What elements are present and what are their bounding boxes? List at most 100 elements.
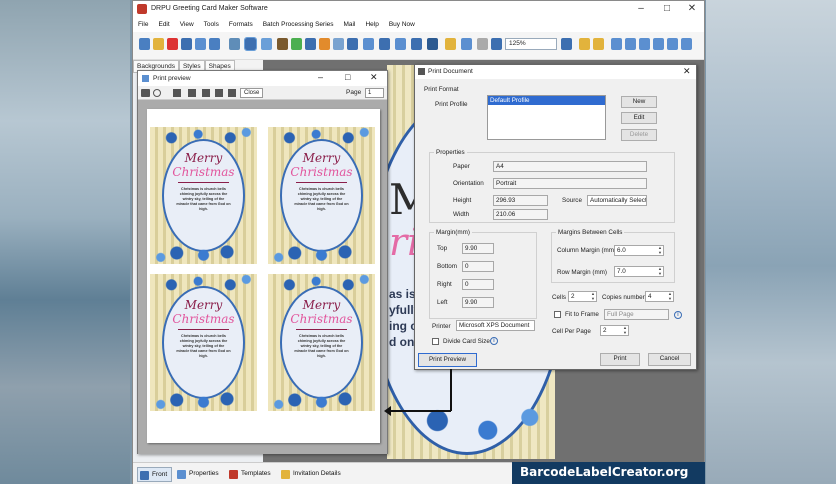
profile-list-item[interactable]: Default Profile xyxy=(488,96,605,105)
cells-field[interactable]: 2 ▲ ▼ xyxy=(568,291,597,302)
properties-icon[interactable] xyxy=(229,38,240,50)
send-back-icon[interactable] xyxy=(653,38,664,50)
printer-select[interactable]: Microsoft XPS Document xyxy=(456,320,535,331)
line-icon[interactable] xyxy=(333,38,344,50)
column-margin-spinner[interactable]: ▲ ▼ xyxy=(657,246,663,255)
zoom-select[interactable]: 125% xyxy=(505,38,557,50)
four-page-icon[interactable] xyxy=(215,89,223,97)
menu-help[interactable]: Help xyxy=(360,18,383,28)
tab-templates[interactable]: Templates xyxy=(227,467,275,482)
save-as-icon[interactable] xyxy=(195,38,206,50)
info-icon[interactable]: i xyxy=(674,311,682,319)
row-margin-spinner[interactable]: ▲ ▼ xyxy=(657,267,663,276)
menu-buy-now[interactable]: Buy Now xyxy=(384,18,420,28)
lock-icon[interactable] xyxy=(579,38,590,50)
profile-list[interactable]: Default Profile xyxy=(487,95,606,140)
symbol-icon[interactable] xyxy=(411,38,422,50)
print-icon[interactable] xyxy=(141,89,150,97)
new-icon[interactable] xyxy=(139,38,150,50)
cells-spinner[interactable]: ▲ ▼ xyxy=(590,292,596,301)
crop-icon[interactable] xyxy=(445,38,456,50)
cancel-button[interactable]: Cancel xyxy=(648,353,691,366)
column-margin-field[interactable]: 6.0 ▲ ▼ xyxy=(614,245,664,256)
menu-file[interactable]: File xyxy=(133,18,153,28)
height-field[interactable]: 296.93 xyxy=(493,195,548,206)
divide-info-icon[interactable]: i xyxy=(490,337,498,345)
image-icon[interactable] xyxy=(291,38,302,50)
pp-close-button[interactable]: Close xyxy=(240,88,264,98)
undo-icon[interactable] xyxy=(461,38,472,50)
width-field[interactable]: 210.06 xyxy=(493,209,548,220)
tab-invitation-details[interactable]: Invitation Details xyxy=(279,467,345,482)
paper-field[interactable]: A4 xyxy=(493,161,647,172)
top-margin-field[interactable]: 9.90 xyxy=(462,243,494,254)
zoom-in-icon[interactable] xyxy=(491,38,502,50)
cell-per-page-field[interactable]: 2 ▲ ▼ xyxy=(600,325,629,336)
email-icon[interactable] xyxy=(261,38,272,50)
close-icon[interactable]: ✕ xyxy=(682,3,702,15)
shape-icon[interactable] xyxy=(319,38,330,50)
print-format-label: Print Format xyxy=(424,86,459,93)
arrow-down-icon[interactable] xyxy=(681,38,692,50)
bottom-margin-field[interactable]: 0 xyxy=(462,261,494,272)
pp-close-icon[interactable]: ✕ xyxy=(370,72,378,83)
menu-batch-processing[interactable]: Batch Processing Series xyxy=(258,18,339,28)
tab-front[interactable]: Front xyxy=(137,467,173,482)
save-icon[interactable] xyxy=(181,38,192,50)
maximize-icon[interactable]: □ xyxy=(657,3,677,15)
two-page-icon[interactable] xyxy=(188,89,196,97)
left-margin-field[interactable]: 9.90 xyxy=(462,297,494,308)
card-merry: Merry xyxy=(302,151,341,165)
bring-front-icon[interactable] xyxy=(639,38,650,50)
orientation-field[interactable]: Portrait xyxy=(493,178,647,189)
copies-field[interactable]: 4 ▲ ▼ xyxy=(645,291,674,302)
word-art-icon[interactable] xyxy=(379,38,390,50)
arrow-up-icon[interactable] xyxy=(667,38,678,50)
fit-to-frame-select[interactable]: Full Page xyxy=(604,309,669,320)
minimize-icon[interactable]: – xyxy=(631,3,651,15)
draw-line-icon[interactable] xyxy=(427,38,438,50)
text-icon[interactable] xyxy=(363,38,374,50)
close-file-icon[interactable] xyxy=(167,38,178,50)
row-margin-field[interactable]: 7.0 ▲ ▼ xyxy=(614,266,664,277)
align-right-icon[interactable] xyxy=(625,38,636,50)
six-page-icon[interactable] xyxy=(228,89,236,97)
dialog-close-icon[interactable]: ✕ xyxy=(683,66,691,77)
pen-icon[interactable] xyxy=(305,38,316,50)
export-icon[interactable] xyxy=(209,38,220,50)
copies-spinner[interactable]: ▲ ▼ xyxy=(667,292,673,301)
menu-mail[interactable]: Mail xyxy=(339,18,361,28)
menu-view[interactable]: View xyxy=(175,18,199,28)
menu-formats[interactable]: Formats xyxy=(224,18,258,28)
zoom-icon[interactable] xyxy=(153,89,161,97)
unlock-icon[interactable] xyxy=(593,38,604,50)
edit-profile-button[interactable]: Edit xyxy=(621,112,657,124)
pp-maximize-icon[interactable]: □ xyxy=(345,72,350,82)
print-preview-button[interactable]: Print Preview xyxy=(418,353,477,367)
align-left-icon[interactable] xyxy=(611,38,622,50)
print-preview-title-bar: Print preview – □ ✕ xyxy=(138,71,387,86)
book-icon[interactable] xyxy=(277,38,288,50)
search-icon[interactable] xyxy=(561,38,572,50)
right-margin-field[interactable]: 0 xyxy=(462,279,494,290)
delete-profile-button[interactable]: Delete xyxy=(621,129,657,141)
menu-tools[interactable]: Tools xyxy=(199,18,224,28)
print-button[interactable]: Print xyxy=(600,353,640,366)
source-select[interactable]: Automatically Select xyxy=(587,195,647,206)
divide-card-size-checkbox[interactable] xyxy=(432,338,439,345)
page-number-input[interactable]: 1 xyxy=(365,88,384,98)
pp-minimize-icon[interactable]: – xyxy=(318,72,323,82)
menu-edit[interactable]: Edit xyxy=(153,18,174,28)
new-profile-button[interactable]: New xyxy=(621,96,657,108)
fit-to-frame-checkbox[interactable] xyxy=(554,311,561,318)
print-icon[interactable] xyxy=(244,37,257,51)
open-icon[interactable] xyxy=(153,38,164,50)
tab-invitation-details-label: Invitation Details xyxy=(293,470,341,477)
one-page-icon[interactable] xyxy=(173,89,181,97)
zoom-out-icon[interactable] xyxy=(477,38,488,50)
barcode-icon[interactable] xyxy=(347,38,358,50)
tab-properties[interactable]: Properties xyxy=(175,467,223,482)
three-page-icon[interactable] xyxy=(202,89,210,97)
signature-icon[interactable] xyxy=(395,38,406,50)
cell-per-page-spinner[interactable]: ▲ ▼ xyxy=(622,326,628,335)
